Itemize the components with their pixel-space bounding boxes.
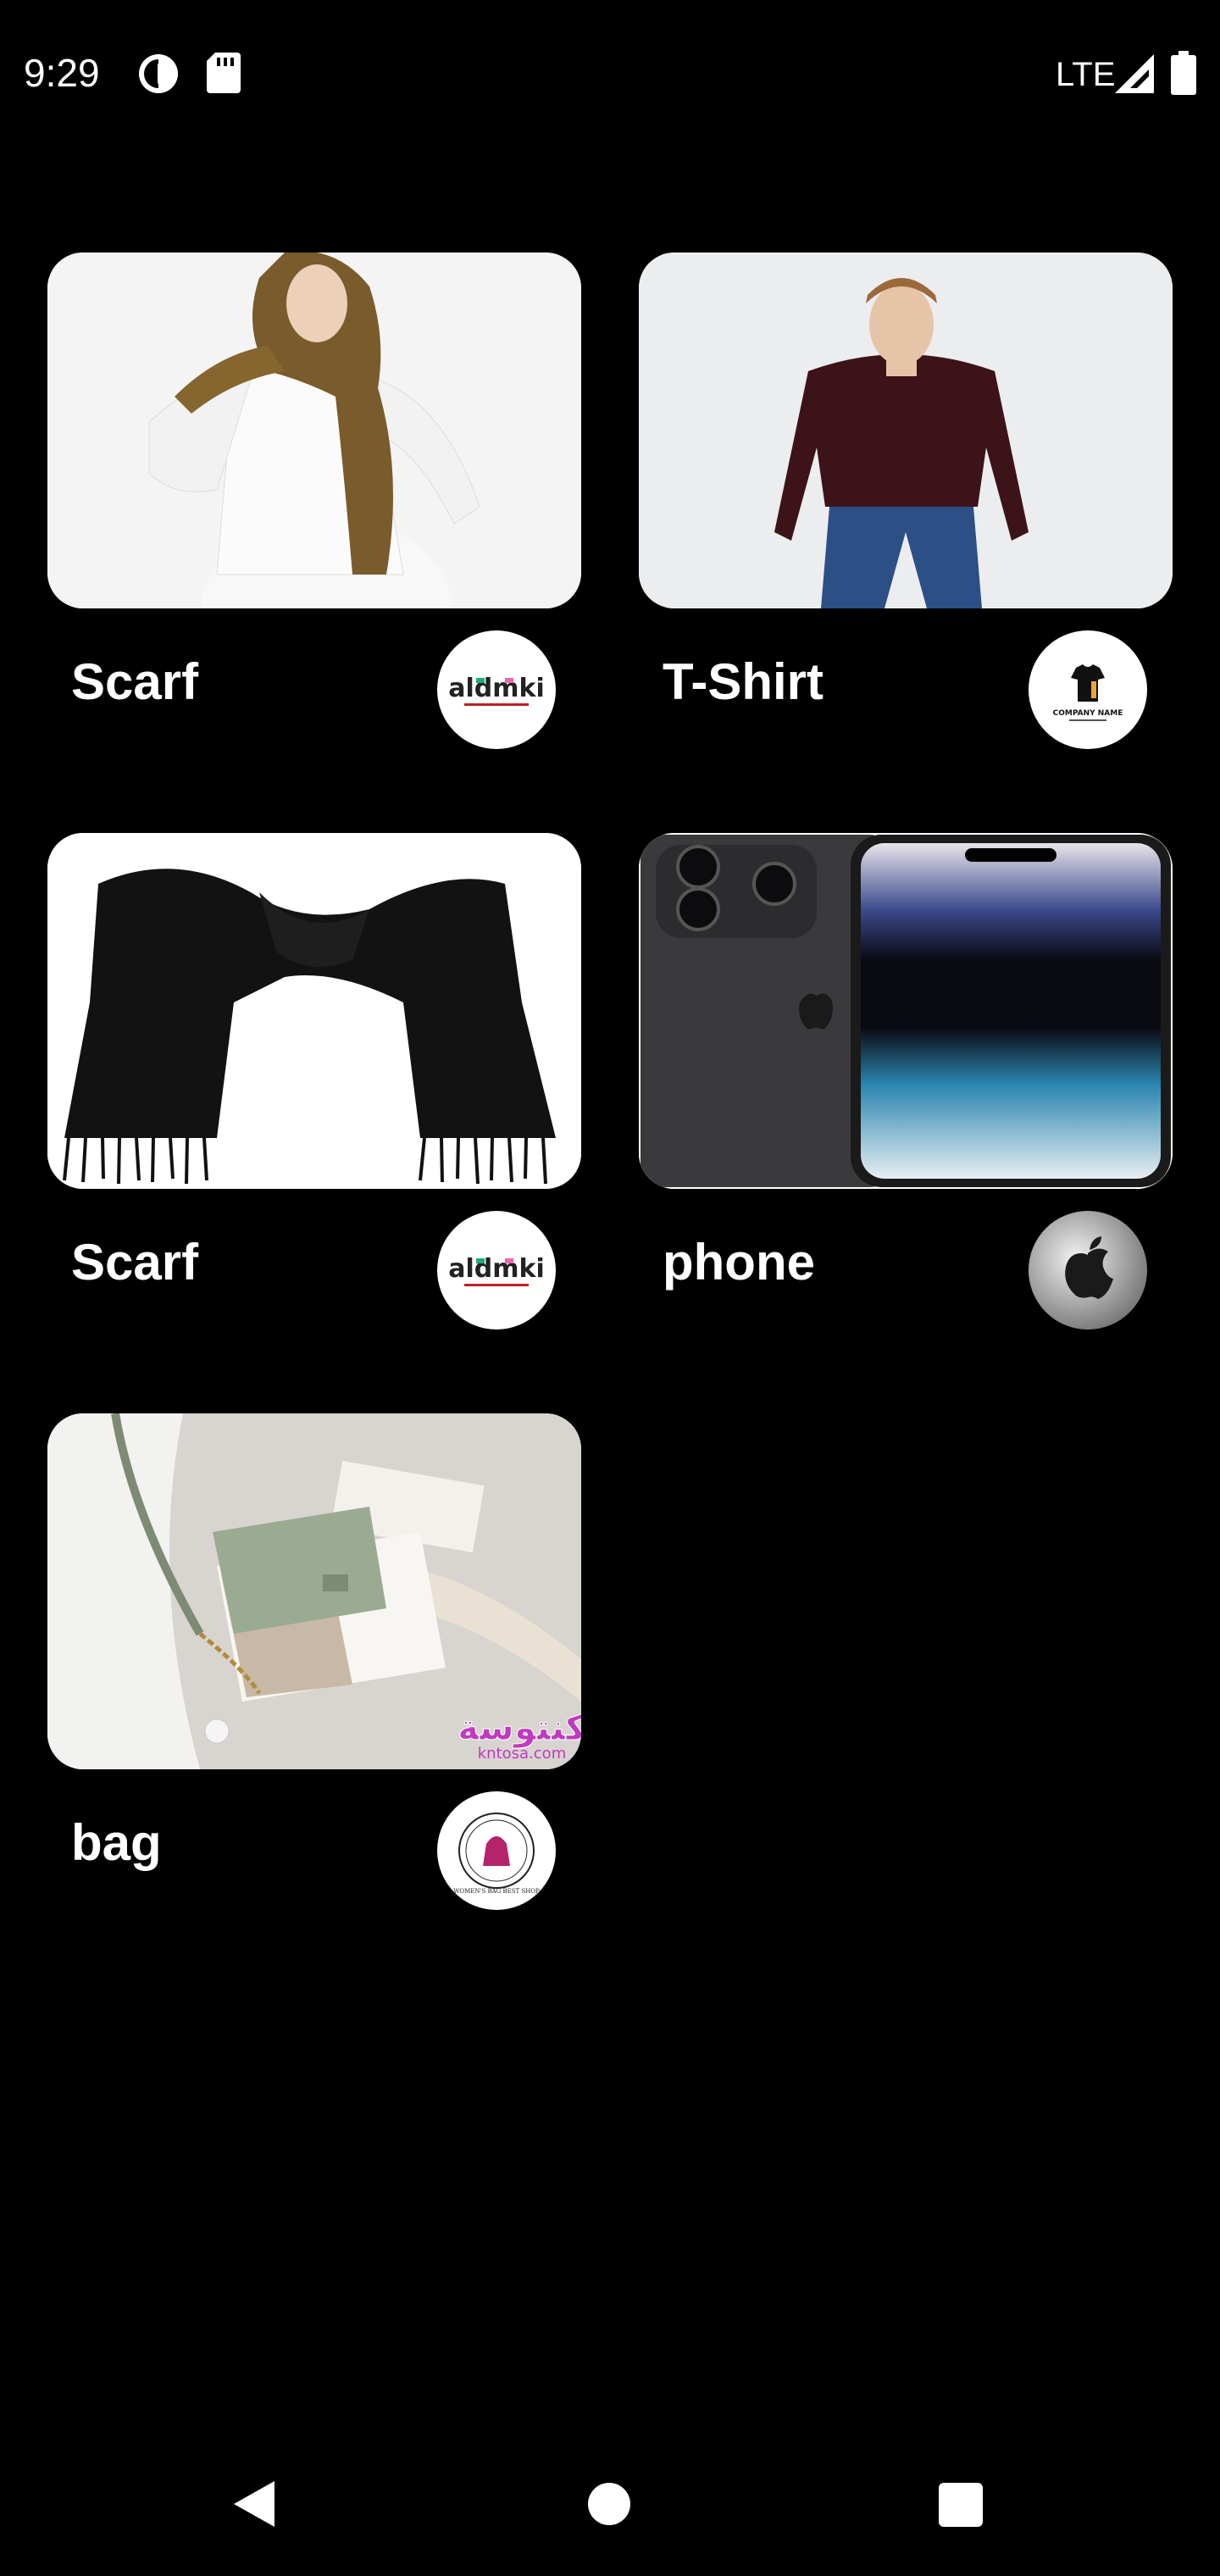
status-bar: 9:29 LTE <box>0 0 1220 144</box>
womens-bag-shop-logo[interactable]: WOMEN'S BAG BEST SHOP <box>437 1791 556 1910</box>
iphone-photo <box>639 833 1173 1189</box>
hijab-scarf-photo <box>47 253 581 608</box>
product-image[interactable] <box>47 833 581 1189</box>
recents-icon[interactable] <box>939 2483 983 2527</box>
brand-logo-text: aldmki <box>448 1254 545 1284</box>
back-icon[interactable] <box>229 2478 280 2530</box>
image-watermark-text: كنتوسة <box>458 1707 581 1749</box>
brand-logo-text: aldmki <box>448 674 545 703</box>
long-sleeve-shirt-photo <box>639 253 1173 608</box>
product-title: Scarf <box>71 1234 199 1291</box>
company-name-logo[interactable]: COMPANY NAME <box>1029 630 1147 749</box>
handbag-photo: كنتوسة kntosa.com <box>47 1413 581 1769</box>
home-icon[interactable] <box>588 2483 630 2525</box>
battery-icon <box>1171 51 1196 95</box>
aldmki-logo[interactable]: aldmki <box>437 630 556 749</box>
signal-icon <box>1115 54 1154 93</box>
brand-logo-text: COMPANY NAME <box>1053 709 1123 718</box>
sd-card-icon <box>207 53 241 93</box>
aldmki-logo[interactable]: aldmki <box>437 1211 556 1330</box>
product-image[interactable]: كنتوسة kntosa.com <box>47 1413 581 1769</box>
product-card[interactable]: كنتوسة kntosa.com bag WOMEN'S BAG BEST S… <box>47 1413 581 1922</box>
product-title: phone <box>663 1234 815 1291</box>
product-title: T-Shirt <box>663 653 824 710</box>
product-card[interactable]: phone <box>639 833 1173 1341</box>
product-title: bag <box>71 1814 162 1871</box>
brand-logo-text: WOMEN'S BAG BEST SHOP <box>453 1888 540 1895</box>
black-scarf-photo <box>47 833 581 1189</box>
product-image[interactable] <box>639 253 1173 608</box>
status-time: 9:29 <box>24 51 100 95</box>
product-card[interactable]: T-Shirt COMPANY NAME <box>639 253 1173 761</box>
product-card[interactable]: Scarf aldmki <box>47 833 581 1341</box>
network-type: LTE <box>1056 56 1116 93</box>
image-watermark-url: kntosa.com <box>478 1745 566 1763</box>
apple-logo[interactable] <box>1029 1211 1147 1330</box>
product-image[interactable] <box>639 833 1173 1189</box>
product-image[interactable] <box>47 253 581 608</box>
data-saver-icon <box>139 54 178 93</box>
product-card[interactable]: Scarf aldmki <box>47 253 581 761</box>
product-title: Scarf <box>71 653 199 710</box>
